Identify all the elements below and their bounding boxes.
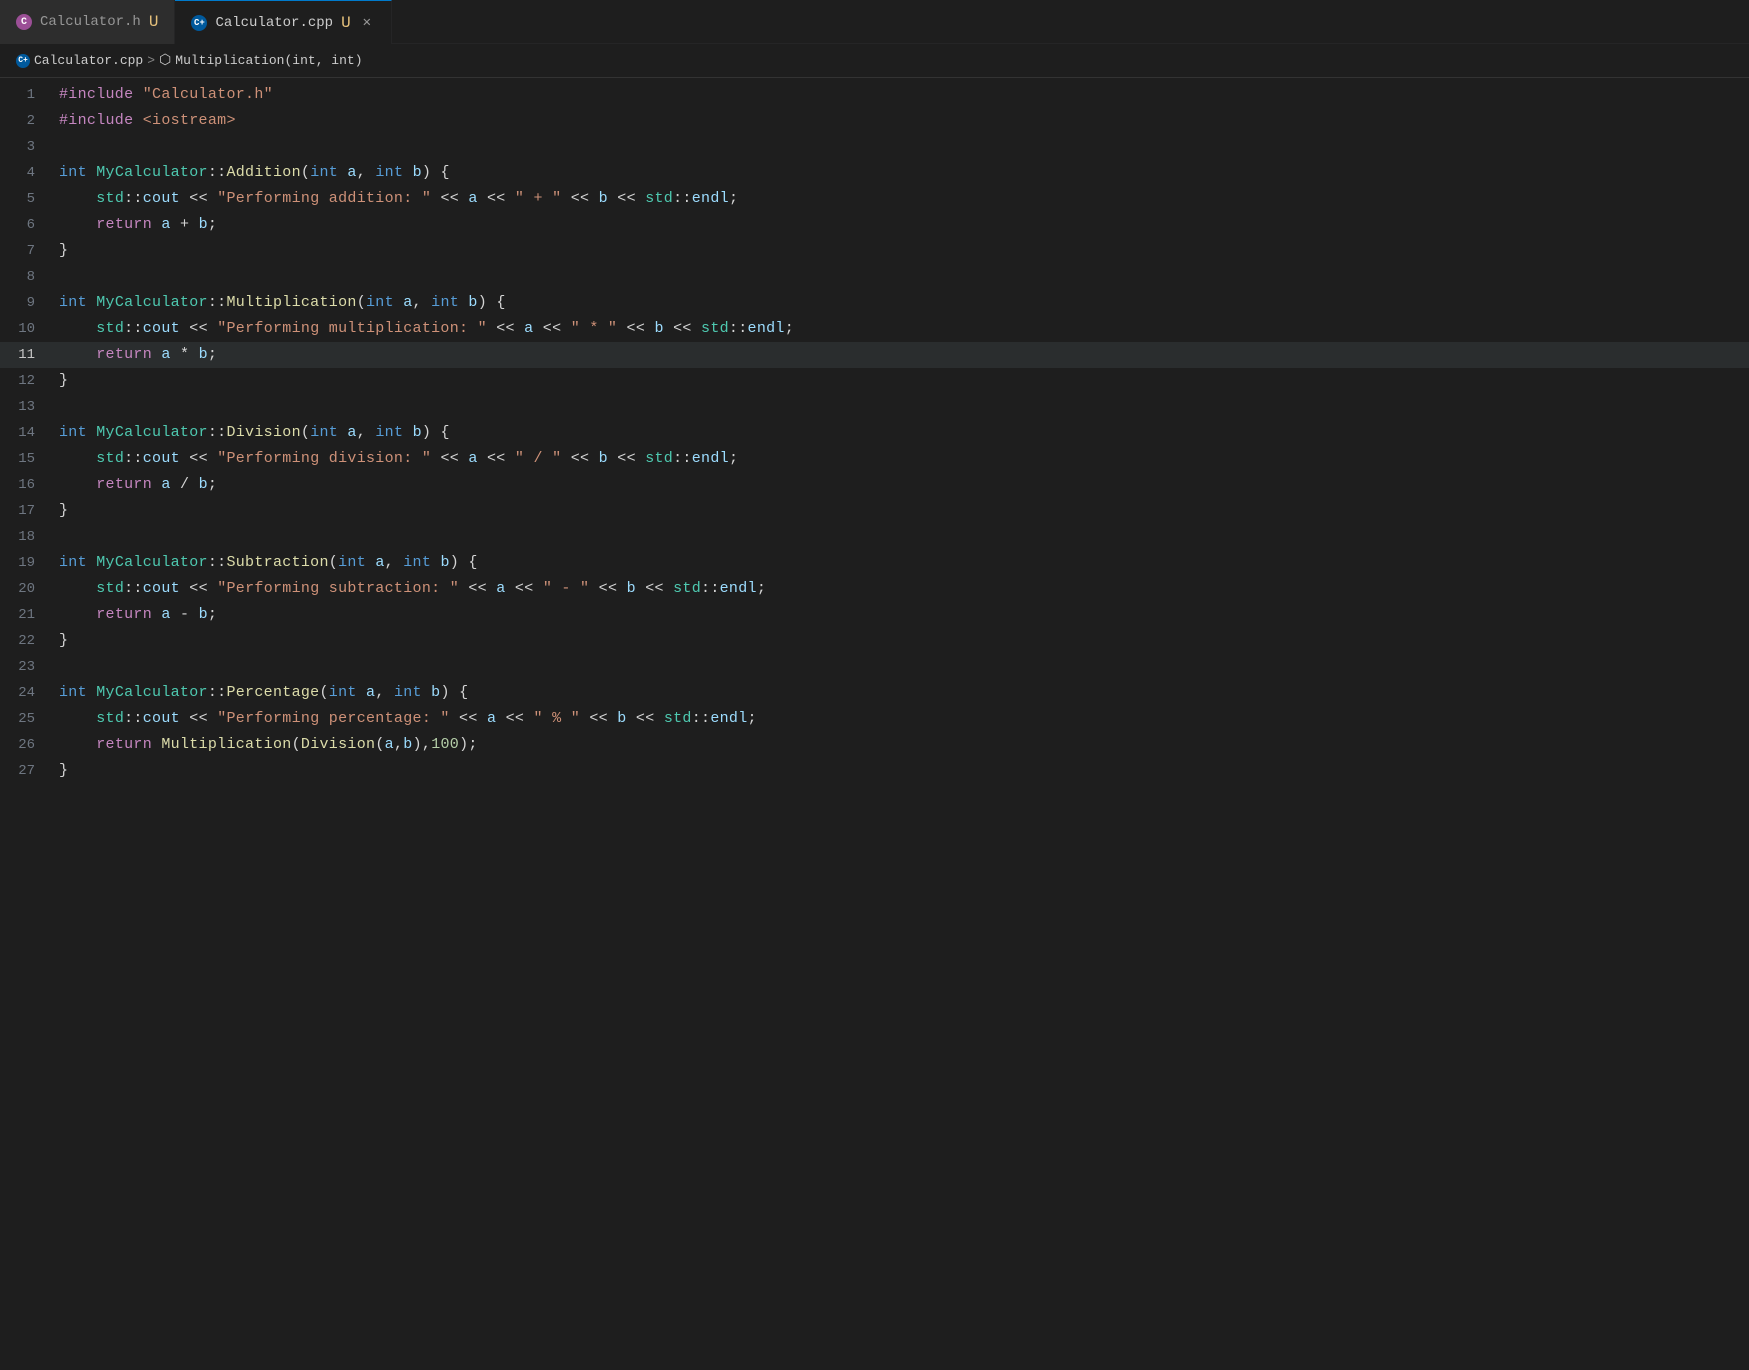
line-content-25[interactable]: std::cout << "Performing percentage: " <… <box>55 706 1749 732</box>
code-line-8: 8 <box>0 264 1749 290</box>
line-content-24[interactable]: int MyCalculator::Percentage(int a, int … <box>55 680 1749 706</box>
code-line-9: 9 int MyCalculator::Multiplication(int a… <box>0 290 1749 316</box>
line-content-15[interactable]: std::cout << "Performing division: " << … <box>55 446 1749 472</box>
line-number-17: 17 <box>0 498 55 524</box>
code-line-16: 16 return a / b; <box>0 472 1749 498</box>
line-content-26[interactable]: return Multiplication(Division(a,b),100)… <box>55 732 1749 758</box>
line-number-7: 7 <box>0 238 55 264</box>
tab-calculator-h-label: Calculator.h <box>40 14 141 30</box>
line-content-23[interactable] <box>55 654 1749 680</box>
line-number-8: 8 <box>0 264 55 290</box>
breadcrumb-file[interactable]: Calculator.cpp <box>34 53 143 68</box>
code-line-1: 1 #include "Calculator.h" <box>0 82 1749 108</box>
line-content-18[interactable] <box>55 524 1749 550</box>
code-line-4: 4 int MyCalculator::Addition(int a, int … <box>0 160 1749 186</box>
code-line-20: 20 std::cout << "Performing subtraction:… <box>0 576 1749 602</box>
line-number-10: 10 <box>0 316 55 342</box>
code-line-12: 12 } <box>0 368 1749 394</box>
line-number-18: 18 <box>0 524 55 550</box>
code-line-23: 23 <box>0 654 1749 680</box>
line-number-27: 27 <box>0 758 55 784</box>
tab-c-icon: C <box>16 14 32 30</box>
tab-calculator-cpp[interactable]: C+ Calculator.cpp U ✕ <box>175 0 392 44</box>
line-content-17[interactable]: } <box>55 498 1749 524</box>
code-line-27: 27 } <box>0 758 1749 784</box>
line-number-11: 11 <box>0 342 55 368</box>
line-content-6[interactable]: return a + b; <box>55 212 1749 238</box>
tab-cpp-icon: C+ <box>191 15 207 31</box>
line-number-15: 15 <box>0 446 55 472</box>
line-number-24: 24 <box>0 680 55 706</box>
code-line-13: 13 <box>0 394 1749 420</box>
line-content-19[interactable]: int MyCalculator::Subtraction(int a, int… <box>55 550 1749 576</box>
line-content-7[interactable]: } <box>55 238 1749 264</box>
line-content-4[interactable]: int MyCalculator::Addition(int a, int b)… <box>55 160 1749 186</box>
code-line-10: 10 std::cout << "Performing multiplicati… <box>0 316 1749 342</box>
breadcrumb-symbol[interactable]: Multiplication(int, int) <box>175 53 362 68</box>
line-number-1: 1 <box>0 82 55 108</box>
breadcrumb: C+ Calculator.cpp > ⬡ Multiplication(int… <box>0 44 1749 78</box>
line-number-4: 4 <box>0 160 55 186</box>
line-number-3: 3 <box>0 134 55 160</box>
line-content-9[interactable]: int MyCalculator::Multiplication(int a, … <box>55 290 1749 316</box>
tab-calculator-h-modified: U <box>149 13 159 31</box>
line-content-5[interactable]: std::cout << "Performing addition: " << … <box>55 186 1749 212</box>
line-number-22: 22 <box>0 628 55 654</box>
breadcrumb-func-icon: ⬡ <box>159 52 171 69</box>
line-number-25: 25 <box>0 706 55 732</box>
code-line-19: 19 int MyCalculator::Subtraction(int a, … <box>0 550 1749 576</box>
code-line-24: 24 int MyCalculator::Percentage(int a, i… <box>0 680 1749 706</box>
tab-calculator-cpp-label: Calculator.cpp <box>215 15 333 31</box>
code-line-3: 3 <box>0 134 1749 160</box>
code-line-14: 14 int MyCalculator::Division(int a, int… <box>0 420 1749 446</box>
code-line-25: 25 std::cout << "Performing percentage: … <box>0 706 1749 732</box>
line-number-13: 13 <box>0 394 55 420</box>
code-line-2: 2 #include <iostream> <box>0 108 1749 134</box>
code-line-26: 26 return Multiplication(Division(a,b),1… <box>0 732 1749 758</box>
tab-close-button[interactable]: ✕ <box>359 12 375 33</box>
line-number-12: 12 <box>0 368 55 394</box>
line-number-9: 9 <box>0 290 55 316</box>
breadcrumb-separator: > <box>147 53 155 68</box>
line-content-12[interactable]: } <box>55 368 1749 394</box>
line-content-2[interactable]: #include <iostream> <box>55 108 1749 134</box>
code-line-15: 15 std::cout << "Performing division: " … <box>0 446 1749 472</box>
line-content-16[interactable]: return a / b; <box>55 472 1749 498</box>
line-content-27[interactable]: } <box>55 758 1749 784</box>
tab-calculator-cpp-modified: U <box>341 14 351 32</box>
tab-calculator-h[interactable]: C Calculator.h U <box>0 0 175 44</box>
code-line-6: 6 return a + b; <box>0 212 1749 238</box>
code-line-7: 7 } <box>0 238 1749 264</box>
line-content-10[interactable]: std::cout << "Performing multiplication:… <box>55 316 1749 342</box>
line-content-8[interactable] <box>55 264 1749 290</box>
line-number-26: 26 <box>0 732 55 758</box>
code-editor: 1 #include "Calculator.h" 2 #include <io… <box>0 78 1749 784</box>
tab-bar: C Calculator.h U C+ Calculator.cpp U ✕ <box>0 0 1749 44</box>
line-number-19: 19 <box>0 550 55 576</box>
line-content-3[interactable] <box>55 134 1749 160</box>
code-line-22: 22 } <box>0 628 1749 654</box>
line-content-21[interactable]: return a - b; <box>55 602 1749 628</box>
line-number-6: 6 <box>0 212 55 238</box>
line-number-2: 2 <box>0 108 55 134</box>
code-line-18: 18 <box>0 524 1749 550</box>
line-content-20[interactable]: std::cout << "Performing subtraction: " … <box>55 576 1749 602</box>
line-content-11[interactable]: return a * b; <box>55 342 1749 368</box>
code-line-11: 11 return a * b; <box>0 342 1749 368</box>
line-number-21: 21 <box>0 602 55 628</box>
line-number-23: 23 <box>0 654 55 680</box>
line-number-14: 14 <box>0 420 55 446</box>
code-line-5: 5 std::cout << "Performing addition: " <… <box>0 186 1749 212</box>
line-content-13[interactable] <box>55 394 1749 420</box>
line-content-14[interactable]: int MyCalculator::Division(int a, int b)… <box>55 420 1749 446</box>
code-line-21: 21 return a - b; <box>0 602 1749 628</box>
line-number-5: 5 <box>0 186 55 212</box>
line-content-1[interactable]: #include "Calculator.h" <box>55 82 1749 108</box>
line-number-16: 16 <box>0 472 55 498</box>
breadcrumb-cpp-icon: C+ <box>16 54 30 68</box>
line-content-22[interactable]: } <box>55 628 1749 654</box>
line-number-20: 20 <box>0 576 55 602</box>
code-line-17: 17 } <box>0 498 1749 524</box>
